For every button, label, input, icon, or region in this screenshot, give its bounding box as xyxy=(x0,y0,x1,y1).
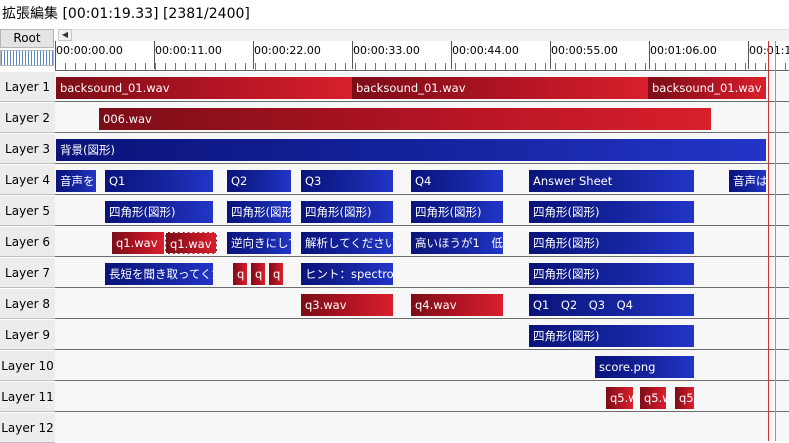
layer-track[interactable]: 四角形(図形) xyxy=(55,320,789,350)
media-object-clip[interactable]: 背景(図形) xyxy=(56,139,766,161)
layer-label[interactable]: Layer 7 xyxy=(0,258,55,288)
media-object-clip[interactable]: 逆向きにして xyxy=(227,232,291,254)
layer-scroll-strip[interactable] xyxy=(0,50,54,66)
layer-label[interactable]: Layer 11 xyxy=(0,382,55,412)
audio-clip[interactable]: q3.wav xyxy=(301,294,393,316)
media-object-clip[interactable]: 音声は xyxy=(729,170,766,192)
audio-clip[interactable]: q5.wav xyxy=(606,387,633,409)
audio-clip[interactable]: backsound_01.wav xyxy=(648,77,766,99)
ruler-time-label: 00:00:11.00 xyxy=(155,44,222,57)
layer-track[interactable]: score.png xyxy=(55,351,789,381)
layer-label[interactable]: Layer 12 xyxy=(0,413,55,443)
media-object-clip[interactable]: Answer Sheet xyxy=(529,170,694,192)
media-object-clip[interactable]: ヒント：spectrogra xyxy=(301,263,393,285)
audio-clip[interactable]: q1.wav xyxy=(165,232,217,254)
audio-clip[interactable]: q xyxy=(269,263,283,285)
layer-track[interactable]: 音声を Q1 Q2 Q3 Q4 Answer Sheet 音声は xyxy=(55,165,789,195)
audio-clip[interactable]: q xyxy=(233,263,247,285)
media-object-clip[interactable]: Q1 Q2 Q3 Q4 xyxy=(529,294,694,316)
media-object-clip[interactable]: 四角形(図形 xyxy=(227,201,291,223)
media-object-clip[interactable]: 解析してください xyxy=(301,232,393,254)
audio-clip[interactable]: q xyxy=(251,263,265,285)
audio-clip[interactable]: q4.wav xyxy=(411,294,503,316)
layer-label[interactable]: Layer 4 xyxy=(0,165,55,195)
ruler-time-label: 00:00:33.00 xyxy=(353,44,420,57)
horizontal-scrollbar[interactable] xyxy=(72,29,789,41)
ruler-time-label: 00:00:44.00 xyxy=(452,44,519,57)
layer-track[interactable]: backsound_01.wav backsound_01.wav backsoun… xyxy=(55,72,789,102)
layer-track[interactable]: 背景(図形) xyxy=(55,134,789,164)
layer-label[interactable]: Layer 2 xyxy=(0,103,55,133)
layer-label[interactable]: Layer 1 xyxy=(0,72,55,102)
media-object-clip[interactable]: Q4 xyxy=(411,170,503,192)
media-object-clip[interactable]: 四角形(図形) xyxy=(411,201,503,223)
audio-clip[interactable]: q5 xyxy=(675,387,694,409)
media-object-clip[interactable]: 四角形(図形) xyxy=(301,201,393,223)
layer-track[interactable]: 長短を聞き取ってくださ qqq ヒント：spectrogra 四角形(図形) xyxy=(55,258,789,288)
media-object-clip[interactable]: Q1 xyxy=(105,170,213,192)
ruler-baseline xyxy=(55,70,789,71)
media-object-clip[interactable]: 音声を xyxy=(56,170,96,192)
root-button[interactable]: Root xyxy=(0,29,54,48)
layer-track[interactable] xyxy=(55,413,789,441)
audio-clip[interactable]: q5.wav xyxy=(640,387,666,409)
layer-track[interactable]: q3.wav q4.wav Q1 Q2 Q3 Q4 xyxy=(55,289,789,319)
media-object-clip[interactable]: 四角形(図形) xyxy=(529,325,694,347)
audio-clip[interactable]: backsound_01.wav xyxy=(56,77,352,99)
media-object-clip[interactable]: 高いほうが1 低い xyxy=(411,232,503,254)
ruler-time-label: 00:00:00.00 xyxy=(56,44,123,57)
layer-track[interactable]: q1.wavq1.wav 逆向きにして解析してください高いほうが1 低い 四角形(図… xyxy=(55,227,789,257)
scroll-left-arrow-icon[interactable]: ◀ xyxy=(58,29,72,41)
audio-clip[interactable]: backsound_01.wav xyxy=(352,77,648,99)
layer-label[interactable]: Layer 5 xyxy=(0,196,55,226)
timeline-end-marker xyxy=(775,41,776,441)
ruler-time-label: 00:00:55.00 xyxy=(551,44,618,57)
ruler-time-label: 00:01:06.00 xyxy=(650,44,717,57)
audio-clip[interactable]: q1.wav xyxy=(112,232,164,254)
layer-label[interactable]: Layer 10 xyxy=(0,351,55,381)
layer-track[interactable]: 四角形(図形) 四角形(図形 四角形(図形) 四角形(図形) 四角形(図形) xyxy=(55,196,789,226)
ruler-time-label: 00:00:22.00 xyxy=(254,44,321,57)
media-object-clip[interactable]: 四角形(図形) xyxy=(105,201,213,223)
layer-track[interactable]: 006.wav xyxy=(55,103,789,133)
ruler-time-label: 00:01:17 xyxy=(749,44,789,57)
layer-label[interactable]: Layer 3 xyxy=(0,134,55,164)
layer-track[interactable]: q5.wav q5.wav q5 xyxy=(55,382,789,412)
media-object-clip[interactable]: 四角形(図形) xyxy=(529,263,694,285)
playhead[interactable] xyxy=(768,41,769,441)
media-object-clip[interactable]: score.png xyxy=(595,356,694,378)
media-object-clip[interactable]: 四角形(図形) xyxy=(529,232,694,254)
layer-label[interactable]: Layer 8 xyxy=(0,289,55,319)
timeline-tracks[interactable]: backsound_01.wav backsound_01.wav backsoun… xyxy=(55,72,789,441)
media-object-clip[interactable]: Q2 xyxy=(227,170,291,192)
layer-label[interactable]: Layer 9 xyxy=(0,320,55,350)
layer-label[interactable]: Layer 6 xyxy=(0,227,55,257)
media-object-clip[interactable]: 長短を聞き取ってくださ xyxy=(105,263,213,285)
media-object-clip[interactable]: 四角形(図形) xyxy=(529,201,694,223)
window-titlebar: 拡張編集 [00:01:19.33] [2381/2400] xyxy=(0,0,789,27)
media-object-clip[interactable]: Q3 xyxy=(301,170,393,192)
window-title: 拡張編集 [00:01:19.33] [2381/2400] xyxy=(2,6,250,22)
timeline-ruler[interactable]: 00:00:00.00 00:00:11.00 00:00:22.00 00:00:3… xyxy=(55,41,789,71)
audio-clip[interactable]: 006.wav xyxy=(99,108,711,130)
